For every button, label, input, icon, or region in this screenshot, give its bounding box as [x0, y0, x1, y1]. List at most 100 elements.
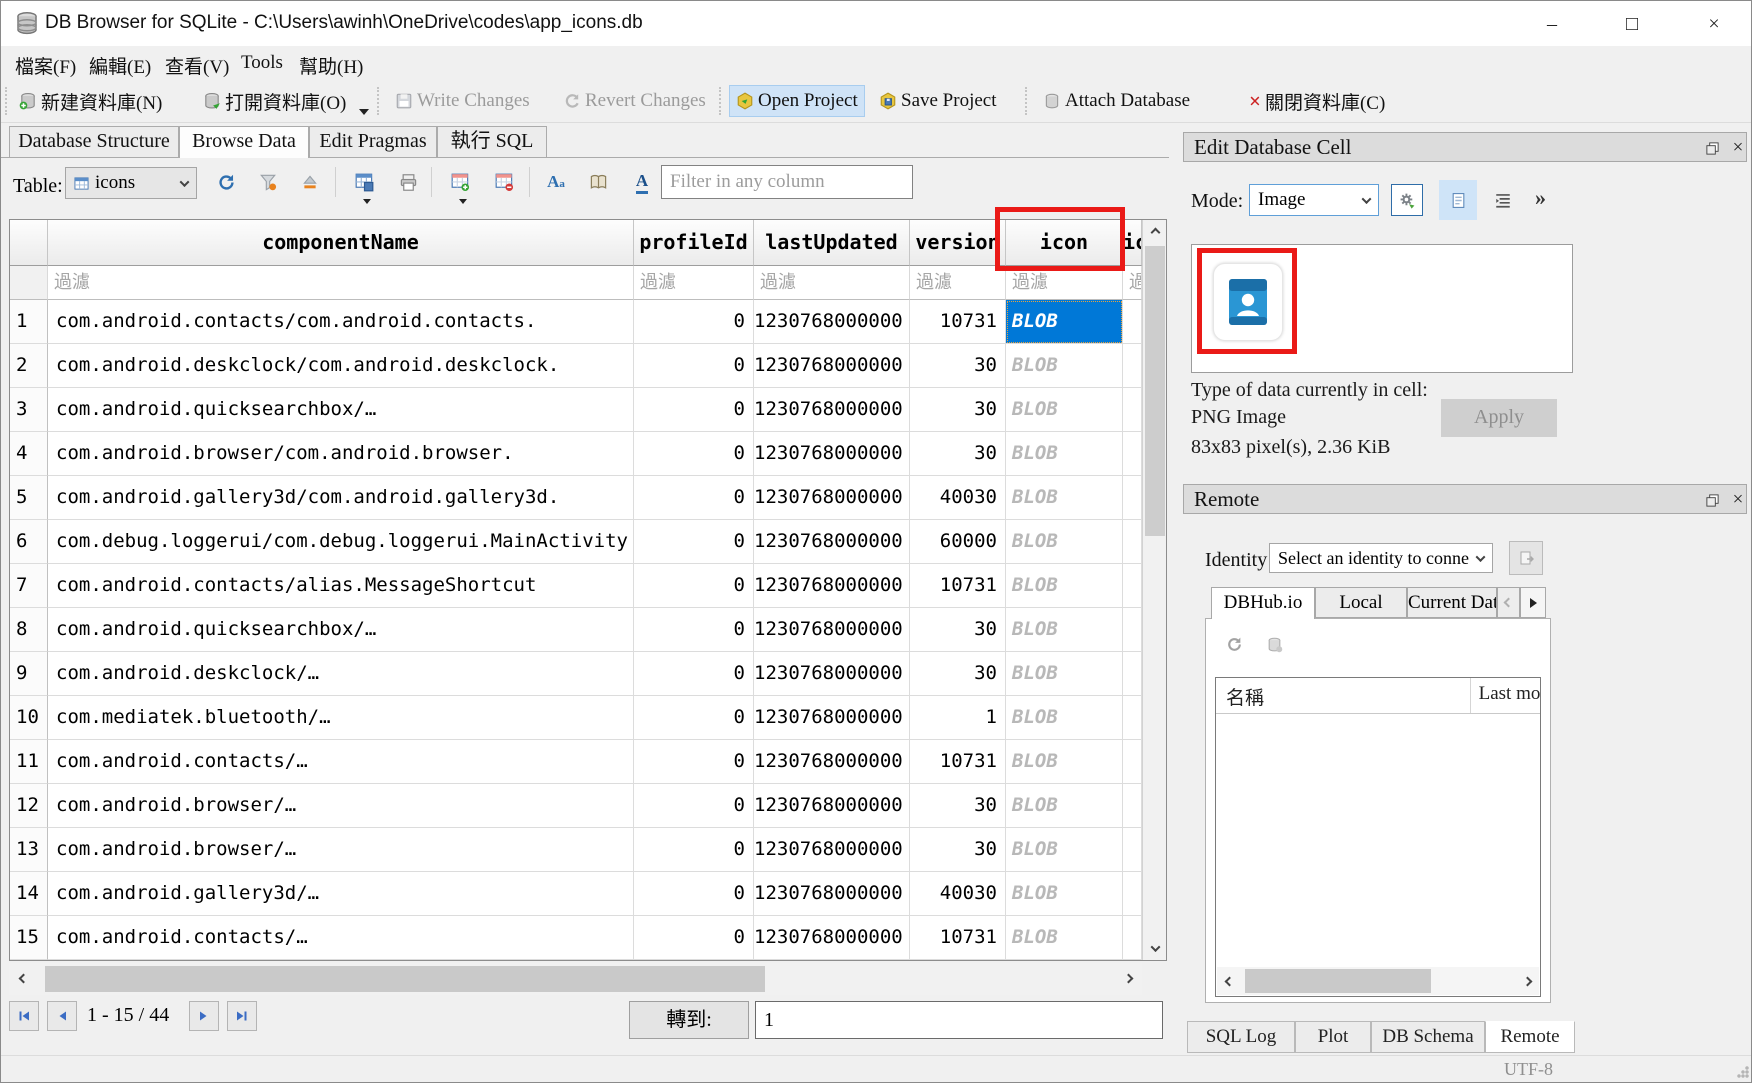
row-number[interactable]: 8	[10, 608, 48, 652]
column-header-partial[interactable]: ic	[1123, 220, 1142, 266]
resize-grip[interactable]	[1737, 1066, 1749, 1078]
scroll-thumb[interactable]	[1245, 969, 1431, 993]
cell-profileId[interactable]: 0	[634, 344, 754, 388]
encoding-indicator[interactable]: UTF-8	[1504, 1059, 1553, 1080]
menu-tools[interactable]: Tools	[235, 50, 289, 76]
cell-profileId[interactable]: 0	[634, 388, 754, 432]
import-data-button[interactable]	[1391, 184, 1423, 216]
cell-icon[interactable]: BLOB	[1006, 344, 1123, 388]
next-page-button[interactable]	[189, 1001, 219, 1031]
minimize-button[interactable]: –	[1529, 9, 1575, 39]
cell-version[interactable]: 10731	[910, 916, 1006, 960]
table-select[interactable]: icons	[65, 167, 197, 199]
vertical-scrollbar[interactable]	[1142, 220, 1166, 960]
cell-partial[interactable]	[1123, 388, 1142, 432]
save-project-button[interactable]: Save Project	[873, 85, 1003, 117]
column-header-profileId[interactable]: profileId	[634, 220, 754, 266]
cell-componentName[interactable]: com.mediatek.bluetooth/…	[48, 696, 634, 740]
filter-input-profileId[interactable]: 過濾	[634, 266, 754, 300]
filter-input-partial[interactable]: 過濾	[1123, 266, 1142, 300]
prev-page-button[interactable]	[47, 1001, 77, 1031]
bottom-tab-db-schema[interactable]: DB Schema	[1371, 1021, 1485, 1053]
close-database-button[interactable]: × 關閉資料庫(C)	[1243, 85, 1391, 117]
cell-version[interactable]: 10731	[910, 300, 1006, 344]
goto-button[interactable]: 轉到:	[629, 1001, 749, 1039]
cell-lastUpdated[interactable]: 1230768000000	[754, 564, 910, 608]
cell-profileId[interactable]: 0	[634, 916, 754, 960]
filter-input-componentName[interactable]: 過濾	[48, 266, 634, 300]
write-changes-button[interactable]: Write Changes	[389, 85, 536, 117]
row-number[interactable]: 6	[10, 520, 48, 564]
bottom-tab-remote[interactable]: Remote	[1485, 1021, 1575, 1053]
refresh-button[interactable]	[211, 167, 241, 197]
print-button[interactable]	[393, 167, 423, 197]
column-header-version[interactable]: version	[910, 220, 1006, 266]
revert-changes-button[interactable]: Revert Changes	[557, 85, 712, 117]
cell-profileId[interactable]: 0	[634, 300, 754, 344]
row-number[interactable]: 7	[10, 564, 48, 608]
export-table-button[interactable]	[349, 167, 379, 197]
cell-version[interactable]: 1	[910, 696, 1006, 740]
cell-version[interactable]: 30	[910, 828, 1006, 872]
apply-button[interactable]: Apply	[1441, 399, 1557, 437]
filter-input-version[interactable]: 過濾	[910, 266, 1006, 300]
cell-profileId[interactable]: 0	[634, 520, 754, 564]
column-header-icon[interactable]: icon	[1006, 220, 1123, 266]
remote-tab-current-database[interactable]: Current Dat	[1407, 587, 1497, 618]
goto-row-input[interactable]	[755, 1001, 1163, 1039]
save-filter-icon[interactable]	[295, 167, 325, 197]
cell-icon[interactable]: BLOB	[1006, 564, 1123, 608]
cell-componentName[interactable]: com.android.deskclock/com.android.deskcl…	[48, 344, 634, 388]
cell-componentName[interactable]: com.android.contacts/…	[48, 740, 634, 784]
remote-tab-local[interactable]: Local	[1315, 587, 1407, 618]
cell-lastUpdated[interactable]: 1230768000000	[754, 344, 910, 388]
cell-icon[interactable]: BLOB	[1006, 916, 1123, 960]
cell-icon[interactable]: BLOB	[1006, 476, 1123, 520]
cell-componentName[interactable]: com.android.browser/…	[48, 784, 634, 828]
row-number[interactable]: 10	[10, 696, 48, 740]
cell-componentName[interactable]: com.android.contacts/alias.MessageShortc…	[48, 564, 634, 608]
menu-help[interactable]: 幫助(H)	[293, 50, 369, 81]
cell-version[interactable]: 30	[910, 608, 1006, 652]
cell-profileId[interactable]: 0	[634, 564, 754, 608]
filter-input-icon[interactable]: 過濾	[1006, 266, 1123, 300]
cell-partial[interactable]	[1123, 916, 1142, 960]
tab-edit-pragmas[interactable]: Edit Pragmas	[309, 126, 437, 157]
insert-record-button[interactable]	[445, 167, 475, 197]
text-mode-button[interactable]	[1439, 180, 1477, 220]
row-number[interactable]: 15	[10, 916, 48, 960]
row-number[interactable]: 9	[10, 652, 48, 696]
cell-version[interactable]: 30	[910, 652, 1006, 696]
tab-database-structure[interactable]: Database Structure	[9, 126, 179, 157]
cell-version[interactable]: 10731	[910, 740, 1006, 784]
menu-file[interactable]: 檔案(F)	[9, 50, 82, 81]
row-number[interactable]: 12	[10, 784, 48, 828]
word-wrap-icon[interactable]	[1489, 186, 1517, 214]
remote-refresh-icon[interactable]	[1221, 631, 1247, 657]
cell-partial[interactable]	[1123, 564, 1142, 608]
first-page-button[interactable]	[9, 1001, 39, 1031]
font-sort-icon[interactable]: Aa	[541, 167, 571, 197]
vertical-scroll-thumb[interactable]	[1145, 246, 1165, 536]
close-panel-icon[interactable]: ×	[1728, 490, 1748, 510]
cell-icon[interactable]: BLOB	[1006, 784, 1123, 828]
menu-view[interactable]: 查看(V)	[159, 50, 235, 81]
scroll-left-icon[interactable]	[1217, 969, 1241, 993]
cell-profileId[interactable]: 0	[634, 432, 754, 476]
cell-icon[interactable]: BLOB	[1006, 300, 1123, 344]
remote-list-scrollbar[interactable]	[1217, 967, 1539, 995]
cell-lastUpdated[interactable]: 1230768000000	[754, 696, 910, 740]
row-number[interactable]: 14	[10, 872, 48, 916]
import-certificate-button[interactable]	[1509, 541, 1543, 575]
cell-componentName[interactable]: com.android.deskclock/…	[48, 652, 634, 696]
cell-lastUpdated[interactable]: 1230768000000	[754, 520, 910, 564]
cell-profileId[interactable]: 0	[634, 476, 754, 520]
open-project-button[interactable]: Open Project	[729, 85, 865, 117]
cell-lastUpdated[interactable]: 1230768000000	[754, 740, 910, 784]
cell-icon[interactable]: BLOB	[1006, 696, 1123, 740]
remote-tab-dbhub[interactable]: DBHub.io	[1211, 587, 1315, 619]
horizontal-scrollbar[interactable]	[9, 963, 1142, 995]
column-header-lastUpdated[interactable]: lastUpdated	[754, 220, 910, 266]
last-page-button[interactable]	[227, 1001, 257, 1031]
remote-clone-db-icon[interactable]	[1261, 631, 1287, 657]
